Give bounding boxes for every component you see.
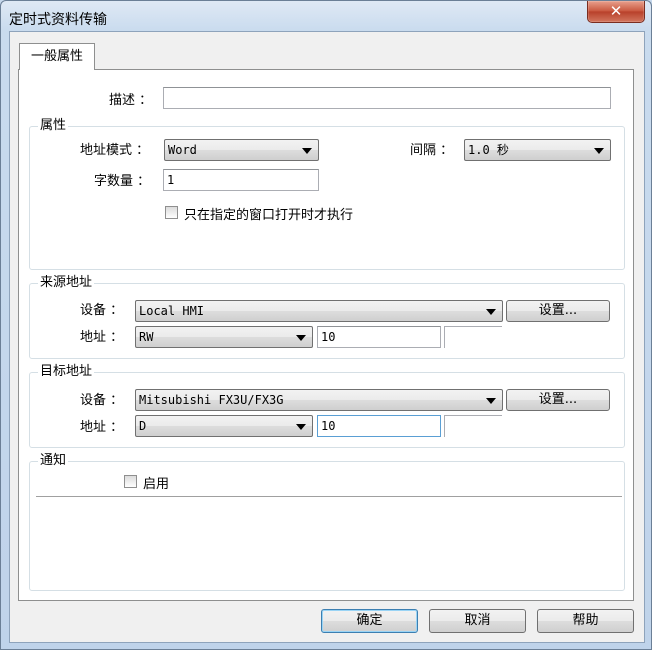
- chevron-down-icon: [486, 309, 496, 315]
- target-device-select[interactable]: Mitsubishi FX3U/FX3G: [135, 389, 503, 411]
- source-device-value: Local HMI: [139, 304, 205, 318]
- notify-title: 通知: [38, 453, 69, 469]
- dialog-window: 定时式资料传输 ✕ 一般属性 描述 ： 属性 地址模式 ： Word 间隔 ： …: [0, 0, 652, 650]
- source-title: 来源地址: [38, 275, 95, 291]
- address-mode-value: Word: [168, 143, 197, 157]
- target-address-label: 地址 ：: [80, 420, 124, 435]
- source-address-extra-field[interactable]: [444, 326, 502, 348]
- only-window-checkbox[interactable]: [165, 206, 178, 219]
- interval-label: 间隔 ：: [410, 143, 454, 158]
- notify-group: 通知 启用: [29, 453, 625, 591]
- target-address-input[interactable]: 10: [317, 415, 441, 437]
- source-address-label: 地址 ：: [80, 330, 124, 345]
- notify-enable-checkbox[interactable]: [124, 475, 137, 488]
- source-address-type-select[interactable]: RW: [135, 326, 313, 348]
- notify-divider: [36, 496, 622, 497]
- properties-group: 属性 地址模式 ： Word 间隔 ： 1.0 秒 字数量 ： 1 只在指定的窗…: [29, 118, 625, 270]
- target-settings-button[interactable]: 设置...: [506, 389, 610, 411]
- target-address-type-select[interactable]: D: [135, 415, 313, 437]
- chevron-down-icon: [296, 335, 306, 341]
- target-group: 目标地址 设备 ： Mitsubishi FX3U/FX3G 设置... 地址 …: [29, 364, 625, 448]
- word-count-input[interactable]: 1: [163, 169, 319, 191]
- tab-panel: 描述 ： 属性 地址模式 ： Word 间隔 ： 1.0 秒 字数量 ： 1 只…: [18, 69, 634, 601]
- source-device-select[interactable]: Local HMI: [135, 300, 503, 322]
- interval-value: 1.0 秒: [468, 143, 509, 157]
- properties-title: 属性: [38, 118, 69, 134]
- target-device-value: Mitsubishi FX3U/FX3G: [139, 393, 284, 407]
- close-icon: ✕: [609, 2, 623, 20]
- target-address-extra-field[interactable]: [444, 415, 502, 437]
- target-address-type-value: D: [139, 419, 147, 433]
- dialog-client: 一般属性 描述 ： 属性 地址模式 ： Word 间隔 ： 1.0 秒 字数量 …: [9, 31, 645, 643]
- description-input[interactable]: [163, 87, 611, 109]
- chevron-down-icon: [486, 398, 496, 404]
- source-address-input[interactable]: 10: [317, 326, 441, 348]
- chevron-down-icon: [594, 148, 604, 154]
- tab-general-properties[interactable]: 一般属性: [19, 43, 95, 70]
- cancel-button[interactable]: 取消: [429, 609, 526, 633]
- chevron-down-icon: [296, 424, 306, 430]
- target-title: 目标地址: [38, 364, 95, 380]
- address-mode-select[interactable]: Word: [164, 139, 319, 161]
- notify-enable-label: 启用: [143, 477, 170, 492]
- description-label: 描述 ：: [109, 93, 153, 108]
- source-address-type-value: RW: [139, 330, 154, 344]
- ok-button[interactable]: 确定: [321, 609, 418, 633]
- interval-select[interactable]: 1.0 秒: [464, 139, 611, 161]
- close-button[interactable]: ✕: [587, 1, 645, 23]
- word-count-label: 字数量 ：: [94, 174, 151, 189]
- window-title: 定时式资料传输: [9, 12, 107, 28]
- address-mode-label: 地址模式 ：: [80, 143, 150, 158]
- target-device-label: 设备 ：: [80, 393, 124, 408]
- chevron-down-icon: [302, 148, 312, 154]
- source-group: 来源地址 设备 ： Local HMI 设置... 地址 ： RW 10: [29, 275, 625, 359]
- source-device-label: 设备 ：: [80, 303, 124, 318]
- only-window-label: 只在指定的窗口打开时才执行: [184, 208, 354, 223]
- help-button[interactable]: 帮助: [537, 609, 634, 633]
- source-settings-button[interactable]: 设置...: [506, 300, 610, 322]
